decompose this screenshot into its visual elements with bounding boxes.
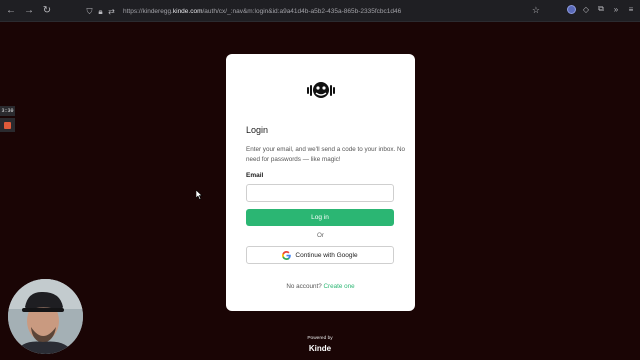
mouse-cursor-icon	[196, 190, 203, 200]
email-field[interactable]	[246, 184, 394, 202]
powered-by-text: Powered by	[307, 336, 333, 341]
presenter-video	[8, 279, 83, 354]
reload-icon[interactable]: ↻	[40, 4, 54, 18]
google-button-label: Continue with Google	[295, 251, 358, 259]
browser-toolbar: ← → ↻ ⛉ 🔒︎ ⇄ https://kinderegg.kinde.com…	[0, 0, 640, 22]
stop-recording-button[interactable]	[0, 118, 15, 132]
no-account-text: No account?	[286, 283, 322, 290]
shield-icon: ⛉	[86, 6, 93, 16]
back-icon[interactable]: ←	[4, 4, 18, 18]
webcam-overlay	[8, 279, 83, 354]
toolbar-actions: ◇ ⧉ » ≡	[567, 4, 636, 14]
recording-timer: 3:30	[0, 106, 15, 116]
url-text: https://kinderegg.kinde.com/auth/cx/_:na…	[123, 8, 401, 15]
page-title: Login	[246, 125, 269, 135]
forward-icon[interactable]: →	[22, 4, 36, 18]
overflow-chevron-icon[interactable]: »	[611, 4, 621, 14]
kinde-logo-icon	[307, 82, 335, 98]
google-login-button[interactable]: Continue with Google	[246, 246, 394, 264]
url-path: /auth/cx/_:nav&m:login&id:a9a41d4b-a5b2-…	[202, 8, 402, 15]
kinde-footer-logo[interactable]: Kinde	[290, 344, 350, 353]
url-host: kinde.com	[172, 8, 203, 15]
login-card: Login Enter your email, and we'll send a…	[226, 54, 415, 311]
create-account-link[interactable]: Create one	[323, 283, 354, 290]
extensions-icon[interactable]: ⧉	[596, 4, 606, 14]
bookmark-star-icon[interactable]: ☆	[532, 5, 540, 16]
login-button[interactable]: Log in	[246, 209, 394, 226]
address-bar[interactable]: ⛉ 🔒︎ ⇄ https://kinderegg.kinde.com/auth/…	[84, 4, 544, 19]
url-prefix: https://kinderegg.	[123, 8, 173, 15]
pocket-icon[interactable]: ◇	[581, 4, 591, 14]
login-description: Enter your email, and we'll send a code …	[246, 146, 406, 163]
or-divider: Or	[317, 232, 324, 239]
lock-icon: 🔒︎	[98, 6, 103, 16]
account-avatar[interactable]	[567, 4, 576, 14]
email-label: Email	[246, 172, 264, 179]
tracking-icon: ⇄	[108, 7, 115, 16]
google-icon	[282, 250, 292, 260]
signup-prompt: No account? Create one	[226, 283, 415, 290]
menu-icon[interactable]: ≡	[626, 4, 636, 14]
stop-icon	[4, 121, 11, 129]
